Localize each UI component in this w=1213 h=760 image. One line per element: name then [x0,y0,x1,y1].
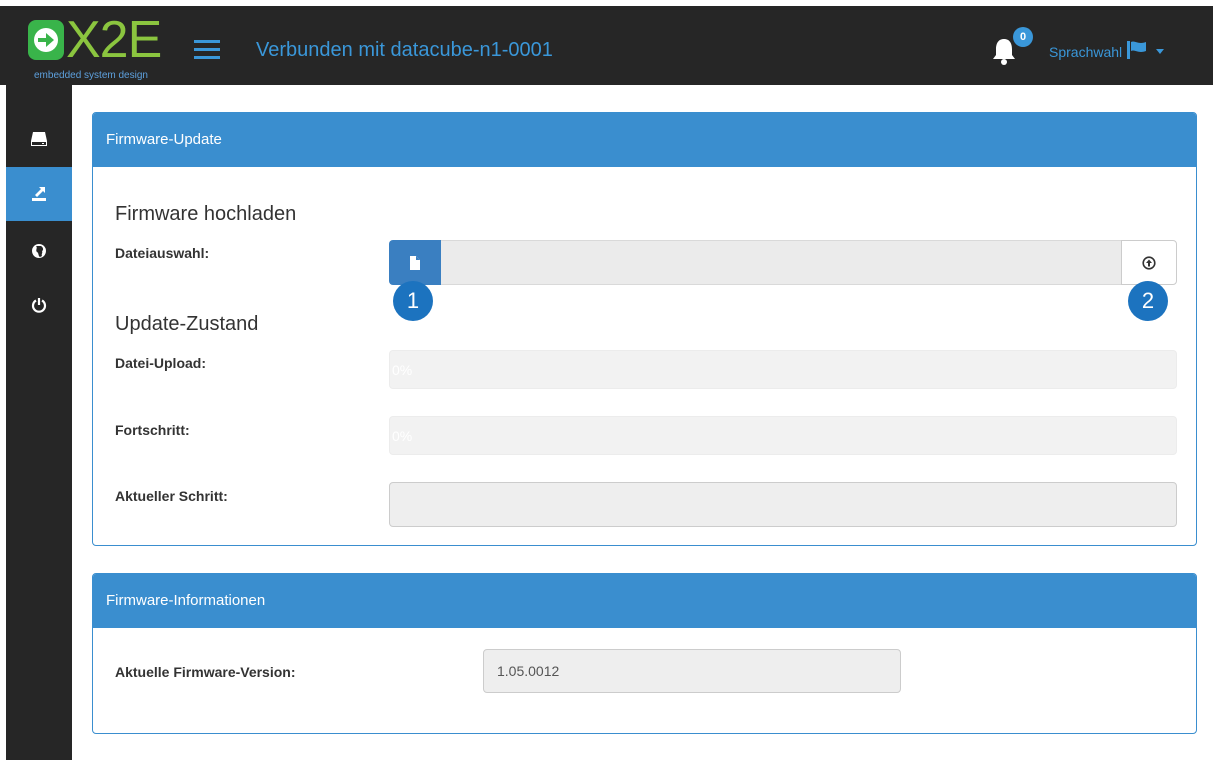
flag-icon [1126,40,1148,63]
sidebar-item-devices[interactable] [6,112,72,166]
power-icon [31,298,47,313]
file-icon [410,255,420,270]
sidebar-item-firmware[interactable] [6,167,72,221]
update-progress: 0% [389,416,1177,455]
logo-text: X2E [66,11,162,69]
file-upload-label: Datei-Upload: [115,355,206,371]
file-upload-percent: 0% [392,362,413,378]
progress-label: Fortschritt: [115,422,190,438]
upload-circle-icon [1142,255,1156,270]
file-upload-progress: 0% [389,350,1177,389]
file-input-group [389,240,1177,285]
firmware-version-field: 1.05.0012 [483,649,901,693]
upload-section-title: Firmware hochladen [115,203,297,225]
chevron-down-icon [1156,49,1165,54]
status-section-title: Update-Zustand [115,313,259,335]
logo-tagline: embedded system design [34,70,148,81]
panel-title: Firmware-Informationen [93,574,1196,628]
notification-badge: 0 [1013,27,1033,47]
language-label: Sprachwahl [1049,43,1123,60]
logo-arrow-icon [28,20,64,60]
globe-icon [32,244,46,258]
selected-file-field[interactable] [441,240,1121,285]
marker-2: 2 [1128,281,1168,321]
menu-toggle-icon[interactable] [194,40,220,60]
top-navbar: X2E embedded system design Verbunden mit… [0,0,1213,85]
upload-button[interactable] [1121,240,1177,285]
marker-1: 1 [393,281,433,321]
connection-title: Verbunden mit datacube-n1-0001 [256,39,553,61]
browse-file-button[interactable] [389,240,441,285]
sidebar-item-network[interactable] [6,224,72,278]
x2e-logo[interactable]: X2E embedded system design [28,12,188,90]
file-select-label: Dateiauswahl: [115,245,210,261]
drive-icon [31,132,47,146]
panel-title: Firmware-Update [93,113,1196,167]
sidebar [0,85,72,760]
firmware-upload-icon [32,187,46,201]
firmware-update-panel: Firmware-Update Firmware hochladen Datei… [92,112,1197,546]
sidebar-item-power[interactable] [6,278,72,332]
current-step-field [389,482,1177,527]
current-step-label: Aktueller Schritt: [115,488,228,504]
update-progress-percent: 0% [392,428,413,444]
firmware-version-label: Aktuelle Firmware-Version: [115,664,296,680]
firmware-info-panel: Firmware-Informationen Aktuelle Firmware… [92,573,1197,734]
language-selector[interactable]: Sprachwahl [1049,40,1165,63]
